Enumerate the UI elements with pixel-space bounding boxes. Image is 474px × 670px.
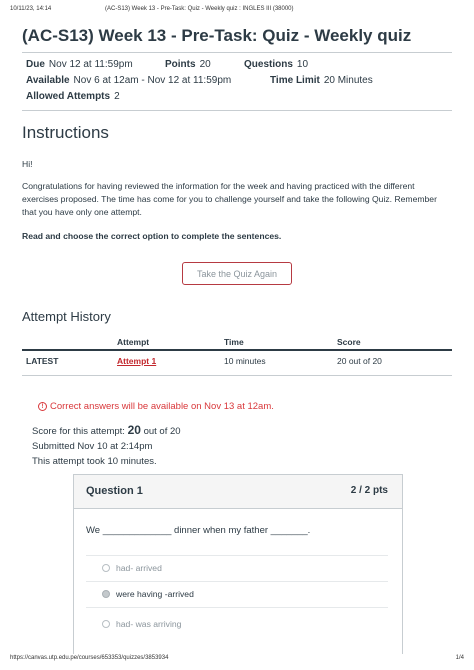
radio-selected-icon[interactable] — [102, 590, 110, 598]
points-value: 20 — [199, 59, 211, 70]
time-limit-label: Time Limit — [270, 75, 320, 86]
questions-value: 10 — [296, 59, 309, 70]
answer-label: had- was arriving — [116, 619, 182, 629]
question-title: Question 1 — [86, 485, 143, 497]
page-title: (AC-S13) Week 13 - Pre-Task: Quiz - Week… — [22, 26, 412, 45]
radio-icon[interactable] — [102, 620, 110, 628]
questions-label: Questions — [244, 59, 293, 70]
print-datetime: 10/11/23, 14:14 — [10, 6, 52, 12]
points-label: Points — [165, 59, 196, 70]
answer-divider — [86, 555, 388, 556]
col-header-time: Time — [224, 337, 244, 347]
latest-tag: LATEST — [26, 356, 59, 366]
answers-notice: ! Correct answers will be available on N… — [38, 401, 274, 412]
instructions-heading: Instructions — [22, 123, 109, 142]
question-points: 2 / 2 pts — [350, 485, 388, 496]
print-doc-title: (AC-S13) Week 13 - Pre-Task: Quiz - Week… — [105, 6, 294, 12]
answer-label: had- arrived — [116, 563, 162, 573]
points-info: Points 20 — [165, 59, 211, 70]
print-url: https://canvas.utp.edu.pe/courses/653353… — [10, 655, 169, 661]
answer-label: were having -arrived — [116, 589, 194, 599]
time-limit-info: Time Limit 20 Minutes — [270, 75, 373, 86]
available-label: Available — [26, 75, 70, 86]
due-info: Due Nov 12 at 11:59pm — [26, 59, 133, 70]
print-footer: https://canvas.utp.edu.pe/courses/653353… — [10, 655, 464, 665]
allowed-attempts-label: Allowed Attempts — [26, 91, 111, 102]
question-card: Question 1 2 / 2 pts We _____________ di… — [73, 474, 403, 654]
print-header: 10/11/23, 14:14 (AC-S13) Week 13 - Pre-T… — [10, 6, 464, 16]
due-label: Due — [26, 59, 45, 70]
answer-option-1[interactable]: had- arrived — [102, 563, 162, 573]
attempt-score: 20 out of 20 — [337, 356, 382, 366]
attempt-history-heading: Attempt History — [22, 309, 111, 324]
available-info: Available Nov 6 at 12am - Nov 12 at 11:59… — [26, 75, 231, 86]
score-suffix: out of 20 — [143, 426, 181, 437]
answer-divider — [86, 581, 388, 582]
allowed-attempts-value: 2 — [114, 91, 120, 102]
notice-text: Correct answers will be available on Nov… — [50, 401, 274, 412]
answer-option-2[interactable]: were having -arrived — [102, 589, 194, 599]
col-header-attempt: Attempt — [117, 337, 150, 347]
due-value: Nov 12 at 11:59pm — [48, 59, 133, 70]
meta-divider — [22, 110, 452, 111]
available-value: Nov 6 at 12am - Nov 12 at 11:59pm — [73, 75, 232, 86]
answer-divider — [86, 607, 388, 608]
radio-icon[interactable] — [102, 564, 110, 572]
info-icon: ! — [38, 402, 47, 411]
submitted-text: Submitted Nov 10 at 2:14pm — [32, 441, 153, 452]
score-value: 20 — [127, 423, 141, 437]
question-header: Question 1 2 / 2 pts — [74, 475, 402, 509]
questions-info: Questions 10 — [244, 59, 308, 70]
history-header-divider — [22, 349, 452, 351]
score-prefix: Score for this attempt: — [32, 426, 125, 437]
instructions-body: Congratulations for having reviewed the … — [22, 181, 437, 217]
print-page-number: 1/4 — [455, 655, 464, 661]
duration-text: This attempt took 10 minutes. — [32, 456, 157, 467]
question-text: We _____________ dinner when my father _… — [86, 525, 311, 536]
time-limit-value: 20 Minutes — [323, 75, 373, 86]
take-quiz-again-button[interactable]: Take the Quiz Again — [182, 262, 292, 285]
attempt-1-link[interactable]: Attempt 1 — [117, 356, 156, 366]
instructions-directive: Read and choose the correct option to co… — [22, 231, 282, 241]
history-row-divider — [22, 375, 452, 376]
allowed-attempts-info: Allowed Attempts 2 — [26, 91, 120, 102]
score-line: Score for this attempt: 20 out of 20 — [32, 423, 181, 437]
instructions-greeting: Hi! — [22, 159, 33, 169]
answer-option-3[interactable]: had- was arriving — [102, 619, 181, 629]
col-header-score: Score — [337, 337, 361, 347]
title-divider — [22, 52, 452, 53]
attempt-time: 10 minutes — [224, 356, 266, 366]
